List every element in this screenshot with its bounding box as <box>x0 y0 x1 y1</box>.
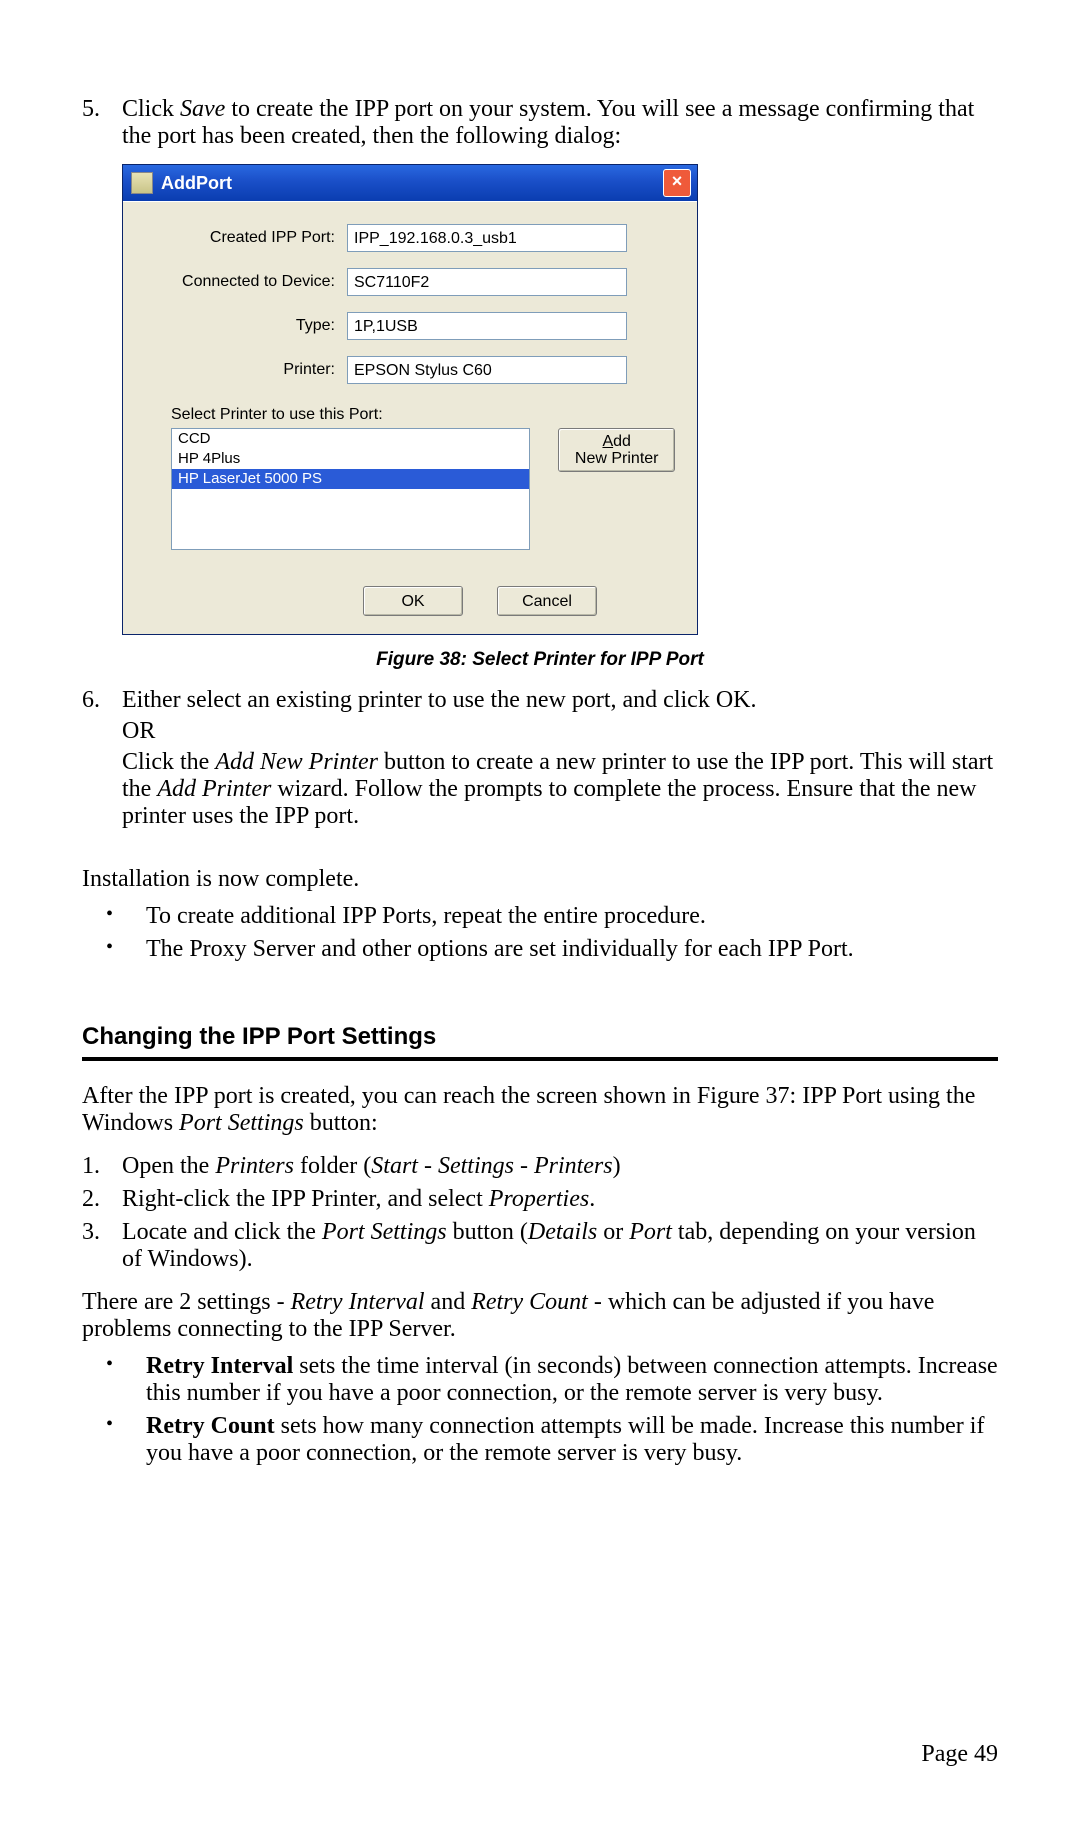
dialog-body: Created IPP Port: IPP_192.168.0.3_usb1 C… <box>123 201 697 634</box>
figure-caption: Figure 38: Select Printer for IPP Port <box>82 649 998 671</box>
s3-i3: Port <box>629 1219 672 1245</box>
sub-step-2: 2. Right-click the IPP Printer, and sele… <box>82 1186 998 1213</box>
s1-num: 1. <box>82 1153 122 1180</box>
s1-c: ) <box>613 1153 621 1179</box>
si-a: There are 2 settings - <box>82 1289 291 1315</box>
bullet-icon <box>82 1413 146 1467</box>
si-i2: Retry Count <box>471 1289 588 1315</box>
add-btn-l1b: dd <box>613 433 631 450</box>
page-footer: Page 49 <box>921 1741 998 1768</box>
type-label: Type: <box>145 317 347 335</box>
step-5-text: Click Save to create the IPP port on you… <box>122 96 998 150</box>
add-btn-accel: A <box>602 433 613 450</box>
s6b-a: Click the <box>122 749 215 775</box>
step-6-or: OR <box>122 718 998 745</box>
s3-c: or <box>597 1219 629 1245</box>
step-6-b: Click the Add New Printer button to crea… <box>122 749 998 830</box>
after-text: After the IPP port is created, you can r… <box>82 1083 998 1137</box>
ok-button[interactable]: OK <box>363 586 463 616</box>
install-complete: Installation is now complete. <box>82 866 998 893</box>
s1-i1: Printers <box>215 1153 294 1179</box>
bullet-icon <box>82 936 146 963</box>
step-5: 5. Click Save to create the IPP port on … <box>82 96 998 150</box>
select-printer-label: Select Printer to use this Port: <box>171 406 675 424</box>
sub-step-1: 1. Open the Printers folder (Start - Set… <box>82 1153 998 1180</box>
step-5-b: to create the IPP port on your system. Y… <box>122 96 974 149</box>
s3-num: 3. <box>82 1219 122 1273</box>
step-6-num: 6. <box>82 687 122 830</box>
s1-i2: Start - Settings - Printers <box>371 1153 612 1179</box>
ri-b: Retry Interval <box>146 1353 293 1379</box>
app-icon <box>131 172 153 194</box>
bullet-icon <box>82 1353 146 1407</box>
printer-field[interactable]: EPSON Stylus C60 <box>347 356 627 384</box>
s2-a: Right-click the IPP Printer, and select <box>122 1186 489 1212</box>
s1-b: folder ( <box>294 1153 371 1179</box>
list-item[interactable]: CCD <box>172 429 529 449</box>
s2-b: . <box>589 1186 595 1212</box>
si-b: and <box>425 1289 472 1315</box>
s2-num: 2. <box>82 1186 122 1213</box>
s3-i2: Details <box>528 1219 597 1245</box>
list-item-selected[interactable]: HP LaserJet 5000 PS <box>172 469 529 489</box>
bullet-icon <box>82 903 146 930</box>
bullet-a: To create additional IPP Ports, repeat t… <box>146 903 998 930</box>
addport-dialog: AddPort × Created IPP Port: IPP_192.168.… <box>122 164 698 635</box>
s1-a: Open the <box>122 1153 215 1179</box>
bullet-item: The Proxy Server and other options are s… <box>82 936 998 963</box>
sub-step-3: 3. Locate and click the Port Settings bu… <box>82 1219 998 1273</box>
s3-b: button ( <box>447 1219 528 1245</box>
s3-i1: Port Settings <box>322 1219 447 1245</box>
bullet-item: Retry Count sets how many connection att… <box>82 1413 998 1467</box>
printer-listbox[interactable]: CCD HP 4Plus HP LaserJet 5000 PS <box>171 428 530 550</box>
add-btn-l2: New Printer <box>575 450 659 467</box>
cancel-button[interactable]: Cancel <box>497 586 597 616</box>
settings-intro: There are 2 settings - Retry Interval an… <box>82 1289 998 1343</box>
s3-a: Locate and click the <box>122 1219 322 1245</box>
section-heading: Changing the IPP Port Settings <box>82 1023 998 1051</box>
device-label: Connected to Device: <box>145 273 347 291</box>
s2-i: Properties <box>489 1186 589 1212</box>
bullet-item: To create additional IPP Ports, repeat t… <box>82 903 998 930</box>
s6b-i2: Add Printer <box>157 776 271 802</box>
bullet-b: The Proxy Server and other options are s… <box>146 936 998 963</box>
step-6: 6. Either select an existing printer to … <box>82 687 998 830</box>
step-5-save: Save <box>180 96 225 122</box>
bullet-item: Retry Interval sets the time interval (i… <box>82 1353 998 1407</box>
add-new-printer-button[interactable]: Add New Printer <box>558 428 675 472</box>
type-field[interactable]: 1P,1USB <box>347 312 627 340</box>
heading-rule <box>82 1057 998 1061</box>
s6b-i1: Add New Printer <box>215 749 378 775</box>
dialog-title: AddPort <box>161 173 663 194</box>
close-icon[interactable]: × <box>663 169 691 197</box>
dialog-titlebar: AddPort × <box>123 165 697 201</box>
step-5-a: Click <box>122 96 180 122</box>
si-i1: Retry Interval <box>291 1289 425 1315</box>
created-port-field[interactable]: IPP_192.168.0.3_usb1 <box>347 224 627 252</box>
rc-b: Retry Count <box>146 1413 275 1439</box>
step-6-a: Either select an existing printer to use… <box>122 687 998 714</box>
after-b: button: <box>304 1110 378 1136</box>
step-5-num: 5. <box>82 96 122 150</box>
list-item[interactable]: HP 4Plus <box>172 449 529 469</box>
device-field[interactable]: SC7110F2 <box>347 268 627 296</box>
after-i: Port Settings <box>179 1110 304 1136</box>
created-port-label: Created IPP Port: <box>145 229 347 247</box>
printer-label: Printer: <box>145 361 347 379</box>
